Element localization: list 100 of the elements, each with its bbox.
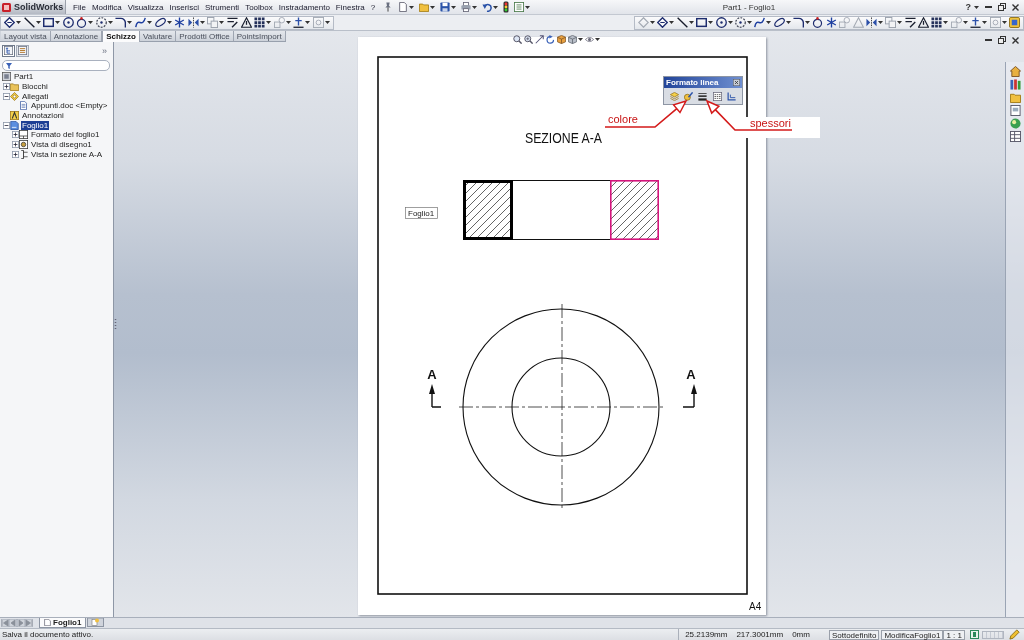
corner-lines-icon[interactable] xyxy=(727,91,737,101)
minus-box-icon[interactable] xyxy=(3,121,10,129)
lines-arrow-icon[interactable] xyxy=(226,17,238,28)
corner-arc-icon[interactable] xyxy=(115,17,127,28)
caret-icon[interactable] xyxy=(746,21,752,24)
filter-field[interactable] xyxy=(2,60,110,71)
panel-tab[interactable] xyxy=(16,44,29,57)
list-icon[interactable] xyxy=(514,2,525,12)
document-icon[interactable] xyxy=(398,2,409,12)
window-icon[interactable] xyxy=(1009,105,1021,116)
diamond-icon[interactable] xyxy=(657,17,669,28)
command-tab[interactable]: Schizzo xyxy=(102,31,140,42)
cube-icon[interactable] xyxy=(568,35,577,44)
command-tab[interactable]: Layout vista xyxy=(1,31,51,41)
grid-icon[interactable] xyxy=(931,17,943,28)
caret-icon[interactable] xyxy=(650,21,655,24)
add-sheet-icon[interactable] xyxy=(87,618,105,627)
grid-icon[interactable] xyxy=(254,17,266,28)
dotted-circle-icon[interactable] xyxy=(95,17,107,28)
rectangle-icon[interactable] xyxy=(696,17,708,28)
tree-item[interactable]: Blocchi xyxy=(21,82,49,92)
caret-icon[interactable] xyxy=(88,21,94,24)
ellipse-icon[interactable] xyxy=(154,17,166,28)
house-icon[interactable] xyxy=(1009,66,1021,77)
caret-icon[interactable] xyxy=(199,21,205,24)
caret-icon[interactable] xyxy=(16,21,21,24)
triangle-icon[interactable] xyxy=(240,17,252,28)
caret-icon[interactable] xyxy=(785,21,791,24)
caret-icon[interactable] xyxy=(943,21,949,24)
line-styles-icon[interactable] xyxy=(712,91,722,101)
baseline-icon[interactable] xyxy=(970,17,982,28)
eye-icon[interactable] xyxy=(585,35,594,44)
restore-icon[interactable] xyxy=(998,36,1006,44)
zoom-icon[interactable] xyxy=(524,35,533,44)
command-tab[interactable]: Valutare xyxy=(139,31,177,41)
caret-icon[interactable] xyxy=(35,21,41,24)
help-menu[interactable]: ? xyxy=(965,2,971,12)
tiles-icon[interactable] xyxy=(1008,17,1020,28)
command-tab[interactable]: Annotazione xyxy=(50,31,103,41)
close-icon[interactable] xyxy=(1012,36,1019,44)
menu-item[interactable]: Strumenti xyxy=(204,2,240,12)
caret-icon[interactable] xyxy=(727,21,733,24)
tree-item[interactable]: Annotazioni xyxy=(21,111,65,121)
print-icon[interactable] xyxy=(461,2,472,12)
sheet-label[interactable]: Foglio1 xyxy=(405,207,438,219)
corner-arc-icon[interactable] xyxy=(793,17,804,28)
circle-icon[interactable] xyxy=(715,17,727,28)
caret-icon[interactable] xyxy=(305,21,311,24)
caret-icon[interactable] xyxy=(962,21,968,24)
lines-arrow-icon[interactable] xyxy=(904,17,916,28)
tree-item[interactable]: Part1 xyxy=(13,72,35,82)
close-icon[interactable] xyxy=(733,79,740,86)
caret-icon[interactable] xyxy=(55,21,61,24)
dotted-circle-icon[interactable] xyxy=(734,17,746,28)
zoom-icon[interactable] xyxy=(513,35,522,44)
caret-icon[interactable] xyxy=(219,21,225,24)
books-icon[interactable] xyxy=(1009,79,1021,90)
mirror-icon[interactable] xyxy=(187,17,199,28)
table-icon[interactable] xyxy=(1009,131,1021,142)
caret-icon[interactable] xyxy=(982,21,988,24)
menu-item[interactable]: File xyxy=(73,2,86,12)
restore-icon[interactable] xyxy=(998,3,1006,11)
caret-icon[interactable] xyxy=(166,21,172,24)
caret-icon[interactable] xyxy=(1001,21,1007,24)
caret-icon[interactable] xyxy=(127,21,133,24)
close-icon[interactable] xyxy=(1012,3,1019,11)
caret-icon[interactable] xyxy=(766,21,772,24)
diamond-icon[interactable] xyxy=(4,17,15,28)
minus-box-icon[interactable] xyxy=(3,92,10,100)
tree-item[interactable]: Formato del foglio1 xyxy=(30,130,101,140)
menu-item[interactable]: Modifica xyxy=(91,2,122,12)
asterisk-icon[interactable] xyxy=(825,17,837,28)
triangle-icon[interactable] xyxy=(918,17,929,28)
caret-icon[interactable] xyxy=(324,21,330,24)
traffic-light-icon[interactable] xyxy=(503,1,510,13)
command-tab[interactable]: PointsImport xyxy=(233,31,286,41)
line-weights-icon[interactable] xyxy=(698,91,708,101)
menu-item[interactable]: Finestra xyxy=(335,2,365,12)
circle-point-icon[interactable] xyxy=(76,17,88,28)
caret-icon[interactable] xyxy=(285,21,291,24)
menu-item[interactable]: Inserisci xyxy=(169,2,199,12)
asterisk-icon[interactable] xyxy=(174,17,186,28)
caret-icon[interactable] xyxy=(877,21,883,24)
rectangle-icon[interactable] xyxy=(43,17,55,28)
mirror-icon[interactable] xyxy=(865,17,877,28)
brush-icon[interactable] xyxy=(684,91,694,101)
tree-item[interactable]: Vista di disegno1 xyxy=(30,140,93,150)
caret-icon[interactable] xyxy=(688,21,694,24)
circle-icon[interactable] xyxy=(62,17,74,28)
folder-icon[interactable] xyxy=(1009,92,1021,103)
tree-item[interactable]: Appunti.doc <Empty> xyxy=(30,101,109,111)
caret-icon[interactable] xyxy=(525,5,531,9)
caret-icon[interactable] xyxy=(147,21,153,24)
caret-icon[interactable] xyxy=(472,5,478,9)
tile-icon[interactable] xyxy=(970,630,979,639)
ellipse-icon[interactable] xyxy=(773,17,785,28)
menu-item[interactable]: Toolbox xyxy=(245,2,273,12)
tree-item[interactable]: Vista in sezione A-A xyxy=(30,149,103,159)
caret-icon[interactable] xyxy=(805,21,810,24)
tree-item[interactable]: Foglio1 xyxy=(21,120,50,130)
